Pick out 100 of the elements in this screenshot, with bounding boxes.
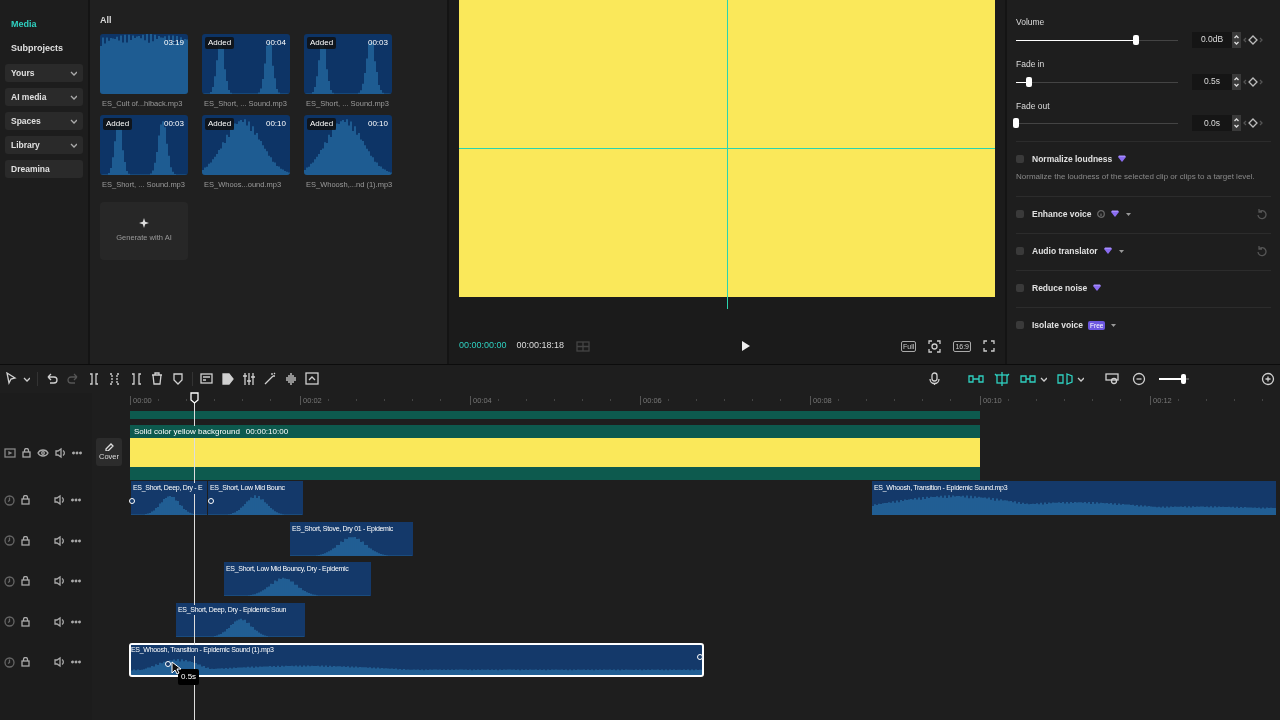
video-clip[interactable]: Solid color yellow background 00:00:10:00 (130, 425, 980, 480)
slider-thumb[interactable] (1025, 76, 1032, 87)
snap-icon[interactable] (994, 372, 1010, 386)
total-time: 00:00:18:18 (516, 339, 565, 353)
link-icon[interactable] (968, 372, 984, 386)
option-label: Normalize loudness (1032, 152, 1113, 166)
slider-track[interactable] (1016, 34, 1178, 45)
value-field[interactable]: 0.0s (1192, 115, 1232, 132)
adjust-icon[interactable] (242, 372, 256, 386)
speaker-icon[interactable] (54, 615, 65, 628)
stepper-icon[interactable] (1232, 73, 1241, 90)
more-icon[interactable] (71, 660, 81, 664)
lock-icon[interactable] (21, 495, 30, 505)
zoom-frame-icon[interactable] (928, 339, 942, 353)
microphone-icon[interactable] (928, 372, 941, 386)
sidebar-item[interactable]: Media (5, 16, 83, 34)
lock-icon[interactable] (22, 448, 31, 458)
image-edit-icon[interactable] (305, 372, 319, 386)
added-badge: Added (307, 117, 337, 130)
lock-icon[interactable] (21, 576, 30, 586)
clip-title: Solid color yellow background (134, 425, 240, 438)
sidebar-item[interactable]: Library (5, 136, 83, 154)
speaker-icon[interactable] (55, 447, 66, 459)
playhead-handle-icon[interactable] (190, 392, 199, 404)
filter-label[interactable]: All (100, 14, 437, 28)
fullscreen-icon[interactable] (983, 340, 995, 352)
slider-thumb[interactable] (1132, 34, 1139, 45)
dropdown-icon[interactable] (1110, 322, 1118, 329)
lock-icon[interactable] (21, 535, 30, 546)
caret-icon[interactable] (69, 69, 77, 77)
fade-handle[interactable] (129, 498, 135, 504)
magic-wand-icon[interactable] (263, 372, 277, 386)
audio-thumbnail[interactable]: Added 00:10 (304, 114, 392, 175)
sidebar-item[interactable]: Dreamina (5, 160, 83, 178)
caret-icon[interactable] (22, 375, 30, 383)
slider-track[interactable] (1016, 76, 1178, 87)
mirror-icon[interactable] (1057, 372, 1073, 386)
value-field[interactable]: 0.0dB (1192, 31, 1232, 48)
delete-icon[interactable] (150, 372, 164, 386)
audio-clip[interactable] (129, 643, 704, 677)
stepper-icon[interactable] (1232, 31, 1241, 48)
speaker-icon[interactable] (54, 575, 65, 587)
fade-handle[interactable] (208, 498, 214, 504)
audio-track-icon (4, 535, 15, 546)
play-icon[interactable] (740, 341, 751, 351)
more-icon[interactable] (71, 538, 81, 543)
zoom-out-icon[interactable] (1132, 372, 1146, 386)
current-time: 00:00:00:00 (459, 339, 507, 353)
caret-icon[interactable] (1076, 375, 1084, 383)
sidebar-item[interactable]: AI media (5, 88, 83, 106)
slider-thumb[interactable] (1013, 118, 1019, 129)
speaker-icon[interactable] (54, 494, 65, 506)
caret-icon[interactable] (69, 141, 77, 149)
audio-thumbnail[interactable]: Added 00:03 (100, 114, 188, 175)
stepper-icon[interactable] (1232, 115, 1241, 132)
chain-icon[interactable] (1020, 372, 1036, 386)
sidebar-item[interactable]: Yours (5, 64, 83, 82)
checkbox[interactable] (1016, 321, 1024, 330)
more-icon[interactable] (71, 579, 81, 583)
zoom-thumb[interactable] (1181, 374, 1186, 384)
dropdown-icon[interactable] (1117, 248, 1125, 255)
checkbox[interactable] (1016, 155, 1024, 164)
audio-clip[interactable] (872, 481, 1276, 515)
audio-track-icon (4, 616, 15, 627)
more-icon[interactable] (71, 498, 81, 502)
fade-handle[interactable] (697, 654, 703, 660)
caret-icon[interactable] (69, 93, 77, 101)
audio-thumbnail[interactable]: Added 00:04 (202, 33, 290, 94)
preview-axis-icon[interactable] (1105, 372, 1119, 386)
zoom-in-icon[interactable] (1261, 372, 1275, 386)
audio-thumbnail[interactable]: Added 00:03 (304, 33, 392, 94)
undo-icon[interactable] (45, 372, 59, 386)
sidebar-item[interactable]: Spaces (5, 112, 83, 130)
split-icon[interactable] (87, 372, 101, 386)
tag-icon[interactable] (221, 372, 235, 386)
checkbox[interactable] (1016, 210, 1024, 219)
template-icon[interactable] (200, 372, 214, 386)
shield-icon[interactable] (171, 372, 185, 386)
more-icon[interactable] (72, 451, 82, 455)
caret-icon[interactable] (1039, 375, 1047, 383)
split-left-icon[interactable] (108, 372, 122, 386)
caret-icon[interactable] (69, 117, 77, 125)
checkbox[interactable] (1016, 247, 1024, 256)
audio-thumbnail[interactable]: 03:19 (100, 33, 188, 94)
checkbox[interactable] (1016, 284, 1024, 293)
audio-thumbnail[interactable]: Added 00:10 (202, 114, 290, 175)
dropdown-icon[interactable] (1124, 211, 1132, 218)
split-right-icon[interactable] (129, 372, 143, 386)
speaker-icon[interactable] (54, 656, 65, 668)
cursor-icon (171, 661, 183, 675)
select-icon[interactable] (5, 372, 19, 386)
value-field[interactable]: 0.5s (1192, 73, 1232, 90)
lock-icon[interactable] (21, 657, 30, 667)
sidebar-item[interactable]: Subprojects (5, 40, 83, 58)
lock-icon[interactable] (21, 616, 30, 627)
speaker-icon[interactable] (54, 534, 65, 547)
slider-track[interactable] (1016, 118, 1178, 129)
more-icon[interactable] (71, 619, 81, 624)
sidebar-item-label: Spaces (11, 114, 41, 128)
eye-icon[interactable] (37, 448, 49, 458)
